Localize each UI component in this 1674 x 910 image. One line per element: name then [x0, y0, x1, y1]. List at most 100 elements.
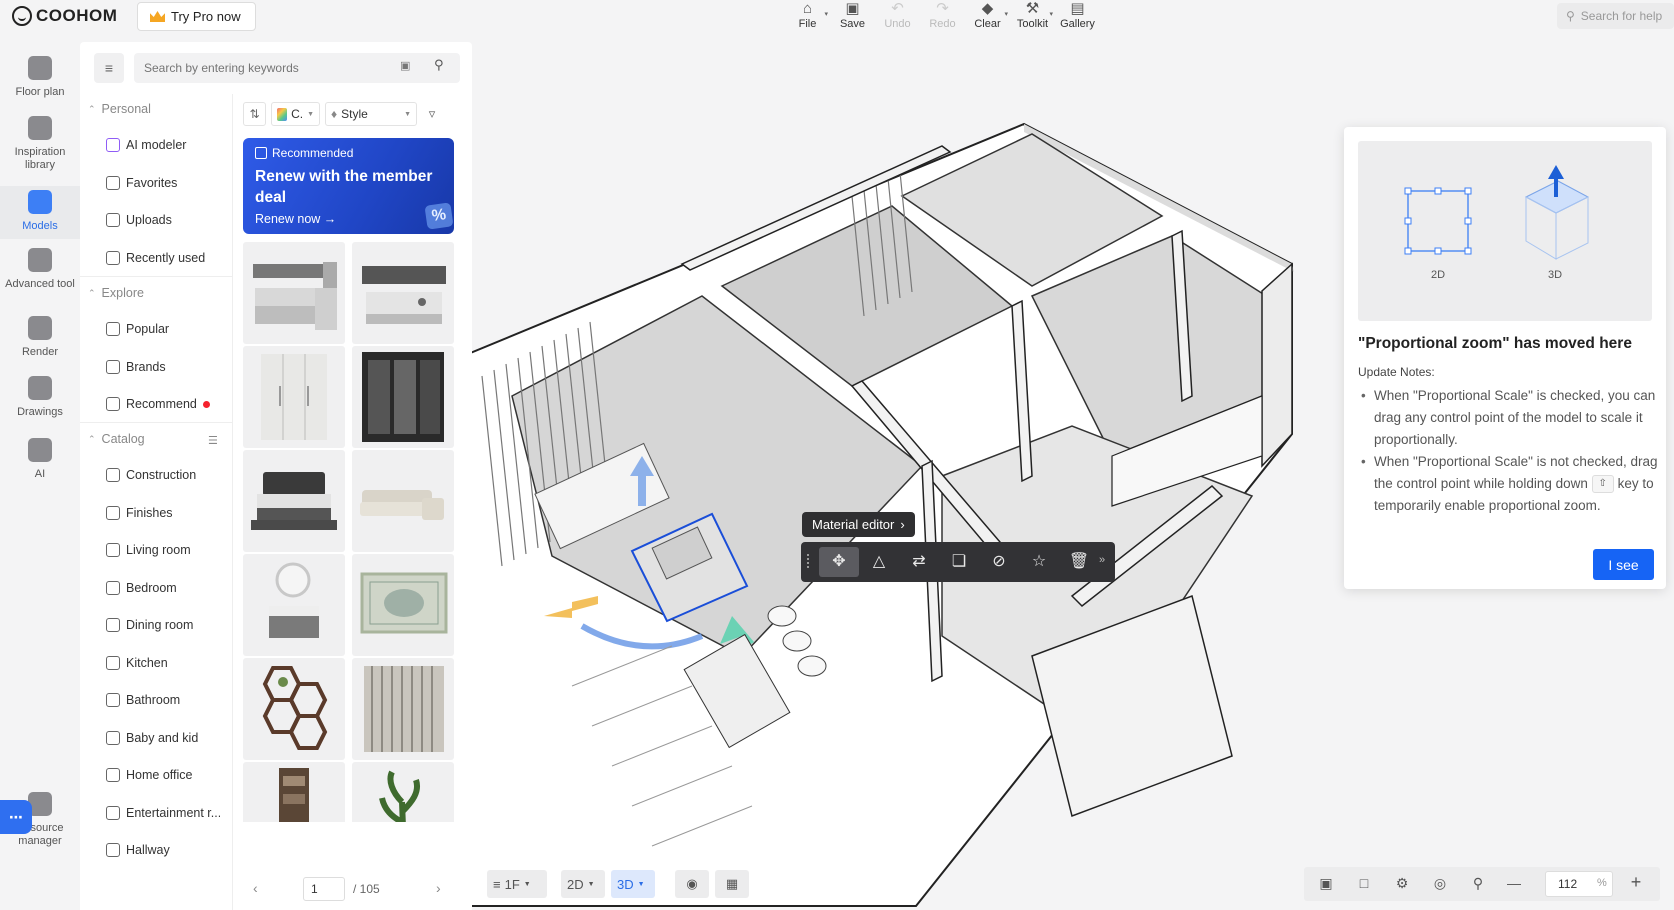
toolbar-save-button[interactable]: ▣ Save	[830, 0, 875, 30]
chevron-right-icon[interactable]: ›	[436, 880, 441, 896]
duplicate-icon[interactable]: ❏	[939, 547, 979, 577]
drag-handle-icon[interactable]	[807, 554, 811, 568]
model-thumbnail-plant[interactable]	[352, 762, 454, 822]
toolbar-undo-button[interactable]: ↶ Undo	[875, 0, 920, 30]
banner-headline: Renew with the member deal	[255, 168, 433, 206]
catalog-section-header[interactable]: ⌃ Catalog	[88, 432, 145, 446]
kitchen-icon	[106, 655, 120, 670]
cube-view-icon[interactable]: ▦	[715, 870, 749, 898]
chevron-left-icon[interactable]: ‹	[253, 880, 258, 896]
construction-icon	[106, 468, 120, 482]
view-3d-button[interactable]: 3D ▼	[611, 870, 655, 898]
rail-item-floor-plan[interactable]: Floor plan	[0, 52, 80, 105]
catalog-item-bedroom[interactable]: ▸Bedroom	[96, 580, 220, 595]
filter-funnel-icon[interactable]: ▿	[421, 102, 443, 126]
zoom-out-icon[interactable]: —	[1504, 875, 1524, 893]
zoom-region-icon[interactable]: ⚲	[1468, 875, 1488, 893]
material-editor-button[interactable]: Material editor ›	[802, 512, 915, 537]
delete-icon[interactable]: 🗑	[1059, 547, 1099, 577]
popup-subtitle: Update Notes:	[1358, 365, 1435, 379]
zoom-in-icon[interactable]: +	[1626, 872, 1646, 892]
page-number-input[interactable]	[303, 877, 345, 901]
fit-view-icon[interactable]: □	[1354, 875, 1374, 893]
catalog-item-entertainment-r[interactable]: ▸Entertainment r...	[96, 805, 220, 820]
model-thumbnail-wardrobe-dark[interactable]	[352, 346, 454, 448]
coohom-logo[interactable]: COOHOM	[12, 6, 117, 26]
try-pro-button[interactable]: Try Pro now	[137, 2, 256, 31]
catalog-item-kitchen[interactable]: ▸Kitchen	[96, 655, 220, 670]
catalog-item-living-room[interactable]: ▸Living room	[96, 543, 220, 557]
catalog-item-bathroom[interactable]: ▸Bathroom	[96, 693, 220, 707]
toolbar-toolkit-button[interactable]: ⚒ Toolkit ▾	[1010, 0, 1055, 30]
catalog-item-hallway[interactable]: ▸Hallway	[96, 843, 220, 857]
explore-item-brands[interactable]: Brands	[106, 359, 230, 374]
personal-item-uploads[interactable]: Uploads	[106, 213, 230, 227]
explore-item-popular[interactable]: Popular	[106, 322, 230, 336]
rail-item-models[interactable]: Models	[0, 186, 80, 239]
banner-tag: Recommended	[255, 146, 353, 160]
explore-section-header[interactable]: ⌃ Explore	[88, 286, 144, 300]
popup-title: "Proportional zoom" has moved here	[1358, 335, 1632, 352]
model-thumbnail-sofa[interactable]	[352, 450, 454, 552]
hide-icon[interactable]: ⊘	[979, 547, 1019, 577]
logo-icon	[12, 6, 32, 26]
screenshot-icon[interactable]: ▣	[1316, 875, 1336, 893]
model-thumbnail-vanity-mirror[interactable]	[243, 554, 345, 656]
model-thumbnail-bed[interactable]	[243, 450, 345, 552]
personal-item-favorites[interactable]: Favorites	[106, 175, 230, 190]
floor-selector[interactable]: ≡ 1F ▼	[487, 870, 547, 898]
help-search[interactable]: ⚲ Search for help	[1557, 3, 1674, 29]
toolbox-icon	[28, 248, 52, 272]
personal-section-header[interactable]: ⌃ Personal	[88, 102, 151, 116]
catalog-item-finishes[interactable]: ▸Finishes	[96, 505, 220, 520]
clock-icon	[106, 250, 120, 265]
favorite-icon[interactable]: ☆	[1019, 547, 1059, 577]
rail-item-advanced-tool[interactable]: Advanced tool	[0, 244, 80, 297]
update-notes-list: When "Proportional Scale" is checked, yo…	[1358, 385, 1658, 517]
catalog-item-dining-room[interactable]: ▸Dining room	[96, 618, 220, 632]
personal-item-ai-modeler[interactable]: AI modeler	[106, 138, 230, 152]
sort-button[interactable]: ⇅	[243, 102, 266, 126]
camera-settings-icon[interactable]: ⚙	[1392, 875, 1412, 893]
catalog-item-baby-and-kid[interactable]: ▸Baby and kid	[96, 730, 220, 745]
toolbar-clear-button[interactable]: ◆ Clear ▾	[965, 0, 1010, 30]
catalog-settings-icon[interactable]: ☰	[208, 434, 218, 447]
swap-icon[interactable]: ⇄	[899, 547, 939, 577]
renew-now-link[interactable]: Renew now →	[255, 212, 336, 226]
explore-item-recommend[interactable]: Recommend	[106, 397, 230, 411]
model-thumbnail-bookshelf[interactable]	[243, 762, 345, 822]
model-thumbnail-kitchen-island[interactable]	[352, 242, 454, 344]
visibility-icon[interactable]: ◉	[675, 870, 709, 898]
toolbar-file-button[interactable]: ⌂ File ▾	[785, 0, 830, 30]
move-icon[interactable]: ✥	[819, 547, 859, 577]
model-thumbnail-kitchen-l[interactable]	[243, 242, 345, 344]
home-icon: ⌂	[802, 0, 813, 17]
toolbar-redo-button[interactable]: ↷ Redo	[920, 0, 965, 30]
model-thumbnail-rug[interactable]	[352, 554, 454, 656]
model-thumbnail-curtain[interactable]	[352, 658, 454, 760]
view-2d-button[interactable]: 2D ▼	[561, 870, 605, 898]
catalog-item-construction[interactable]: ▸Construction	[96, 468, 220, 482]
expand-more-icon[interactable]: »	[1099, 554, 1105, 566]
chat-support-button[interactable]: ⋯	[0, 800, 32, 834]
style-filter-dropdown[interactable]: ♦ Style ▼	[325, 102, 417, 126]
catalog-item-home-office[interactable]: ▸Home office	[96, 768, 220, 782]
rail-item-inspiration-library[interactable]: Inspiration library	[0, 112, 80, 178]
i-see-button[interactable]: I see	[1593, 549, 1654, 580]
model-thumbnail-wardrobe-white[interactable]	[243, 346, 345, 448]
renew-member-banner[interactable]: Recommended Renew with the member deal R…	[243, 138, 454, 234]
model-thumbnail-hex-shelf[interactable]	[243, 658, 345, 760]
model-results: ⇅ C. ▼ ♦ Style ▼ ▿ Recommended Renew wit…	[233, 94, 472, 910]
personal-item-recently-used[interactable]: Recently used	[106, 250, 230, 265]
rail-item-drawings[interactable]: Drawings	[0, 372, 80, 425]
collapse-menu-button[interactable]: ≡	[94, 53, 124, 83]
color-filter-dropdown[interactable]: C. ▼	[271, 102, 320, 126]
toolbar-gallery-button[interactable]: ▤ Gallery	[1055, 0, 1100, 30]
camera-search-icon[interactable]: ▣	[400, 59, 414, 72]
focus-icon[interactable]: ◎	[1430, 875, 1450, 893]
baby-icon	[106, 730, 120, 745]
rail-item-ai[interactable]: AI	[0, 434, 80, 487]
search-icon[interactable]: ⚲	[434, 57, 444, 73]
mirror-icon[interactable]: △	[859, 547, 899, 577]
rail-item-render[interactable]: Render	[0, 312, 80, 365]
